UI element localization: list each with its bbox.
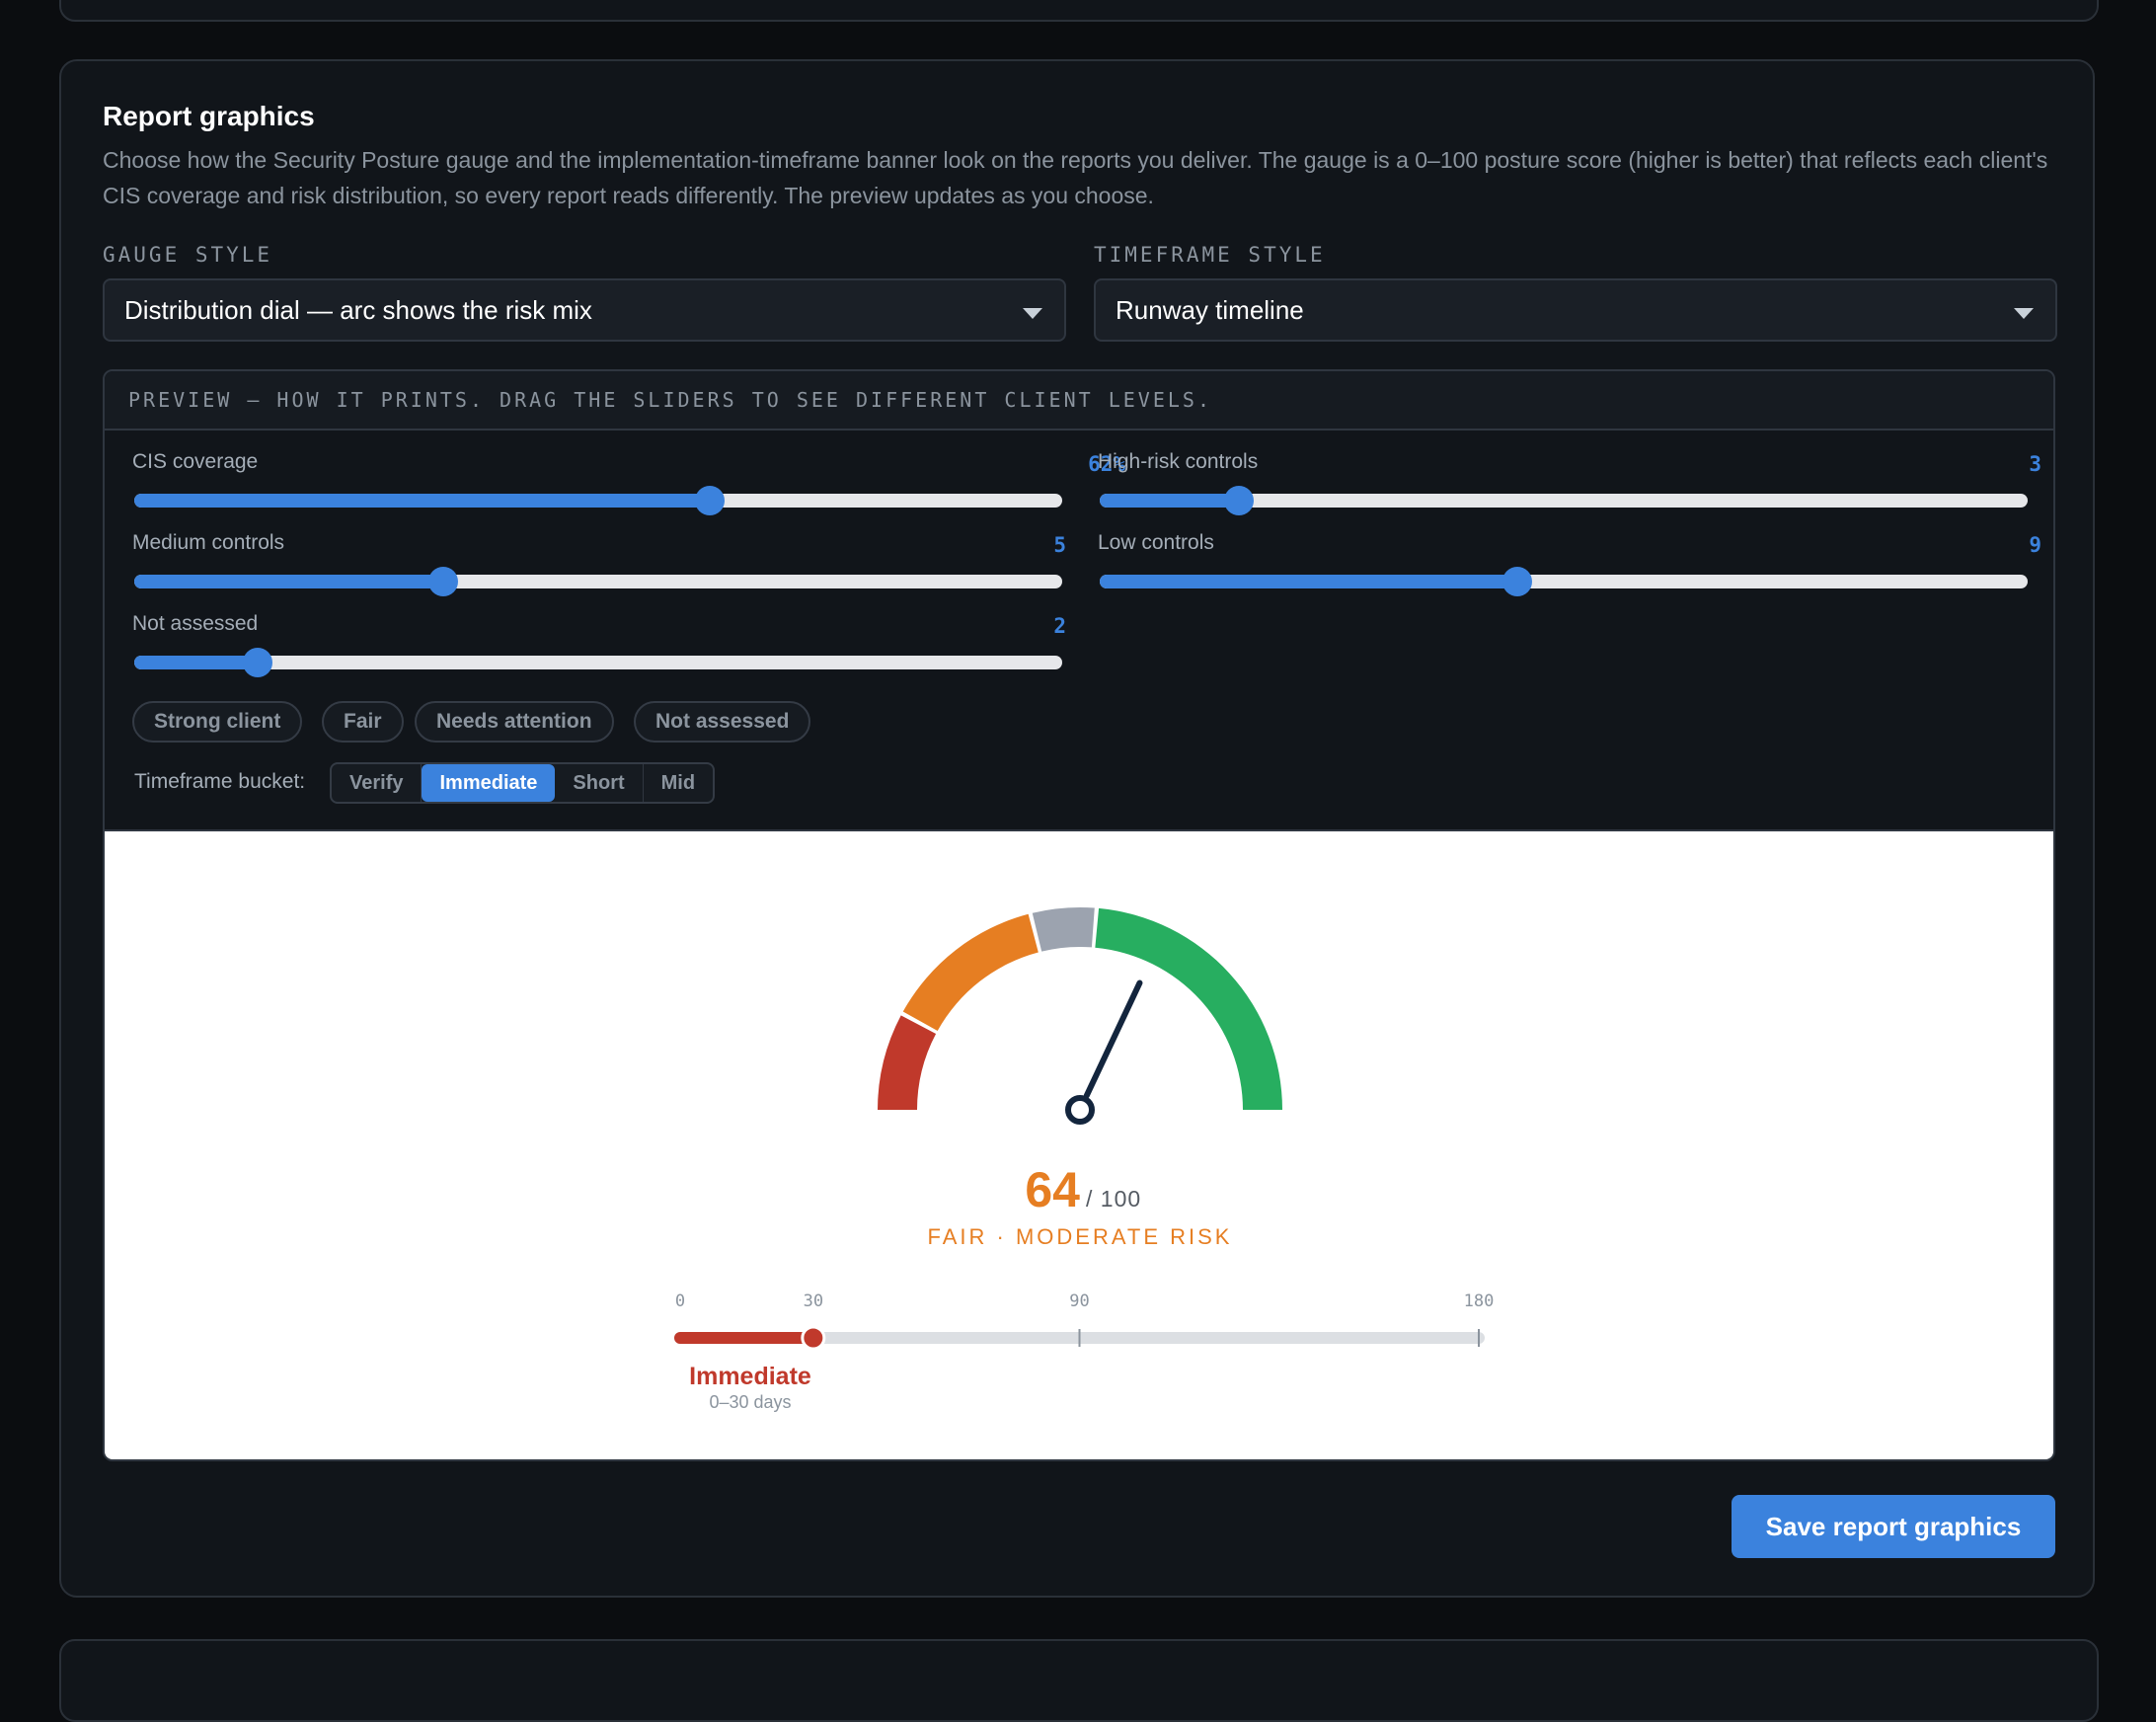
- preset-needs-attention[interactable]: Needs attention: [415, 701, 614, 743]
- slider-thumb[interactable]: [1224, 486, 1254, 515]
- gauge-segment-not-assessed: [1032, 907, 1095, 952]
- gauge-rating: FAIR · MODERATE RISK: [928, 1224, 1233, 1249]
- preset-not-assessed[interactable]: Not assessed: [634, 701, 811, 743]
- preview-heading: PREVIEW — HOW IT PRINTS. DRAG THE SLIDER…: [105, 371, 2053, 430]
- low-controls-slider[interactable]: [1100, 567, 2028, 596]
- cis-coverage-label: CIS coverage: [132, 450, 259, 473]
- section-description: Choose how the Security Posture gauge an…: [103, 147, 2048, 208]
- timeframe-style-label: TIMEFRAME STYLE: [1094, 243, 1326, 267]
- gauge-arc: [878, 907, 1282, 1110]
- timeline-tick-label: 30: [804, 1292, 823, 1311]
- gauge-segment-high: [878, 1015, 937, 1110]
- high-risk-slider[interactable]: [1100, 486, 2028, 515]
- report-graphics-card: Report graphics Choose how the Security …: [59, 59, 2095, 1598]
- medium-controls-label: Medium controls: [132, 531, 285, 554]
- preset-strong-client[interactable]: Strong client: [132, 701, 303, 743]
- print-preview-canvas: 64 / 100 FAIR · MODERATE RISK 0 30 90 180 I…: [674, 907, 1495, 1412]
- timeframe-style-select[interactable]: Runway timeline: [1094, 278, 2057, 342]
- preset-fair[interactable]: Fair: [322, 701, 404, 743]
- gauge-needle: [1083, 979, 1143, 1099]
- high-risk-value: 3: [2029, 452, 2041, 476]
- bucket-verify[interactable]: Verify: [332, 764, 423, 802]
- timeframe-bucket-toggle: Verify Immediate Short Mid: [330, 762, 716, 804]
- timeline: 0 30 90 180: [674, 1292, 1495, 1351]
- gauge-style-label: GAUGE STYLE: [103, 243, 273, 267]
- gauge-max: / 100: [1086, 1186, 1141, 1212]
- save-report-graphics-button[interactable]: Save report graphics: [1732, 1495, 2055, 1558]
- previous-card: [59, 0, 2099, 22]
- low-controls-label: Low controls: [1098, 531, 1214, 554]
- slider-thumb[interactable]: [694, 486, 725, 515]
- not-assessed-label: Not assessed: [132, 612, 259, 635]
- low-controls-value: 9: [2029, 533, 2041, 557]
- medium-controls-value: 5: [1053, 533, 1066, 557]
- chevron-down-icon: [1023, 308, 1042, 319]
- print-preview: 64 / 100 FAIR · MODERATE RISK 0 30 90 180 I…: [105, 829, 2053, 1459]
- slider-thumb[interactable]: [1502, 567, 1532, 596]
- timeline-bucket-label: Immediate: [689, 1363, 811, 1390]
- section-title: Report graphics: [103, 101, 315, 131]
- chevron-down-icon: [2014, 308, 2034, 319]
- cis-coverage-slider[interactable]: [134, 486, 1062, 515]
- gauge-hub: [1065, 1095, 1095, 1125]
- medium-controls-slider[interactable]: [134, 567, 1062, 596]
- timeline-tick-label: 90: [1069, 1292, 1089, 1311]
- timeline-bucket-range: 0–30 days: [709, 1392, 791, 1412]
- timeframe-style-value: Runway timeline: [1116, 295, 1304, 325]
- preview-panel: PREVIEW — HOW IT PRINTS. DRAG THE SLIDER…: [103, 369, 2055, 1461]
- timeline-tick-label: 0: [675, 1292, 685, 1311]
- gauge-score: 64: [1025, 1162, 1080, 1217]
- bucket-short[interactable]: Short: [555, 764, 644, 802]
- gauge-style-select[interactable]: Distribution dial — arc shows the risk m…: [103, 278, 1066, 342]
- bucket-mid[interactable]: Mid: [644, 764, 713, 802]
- not-assessed-slider[interactable]: [134, 648, 1062, 677]
- gauge-segment-low: [1095, 907, 1282, 1110]
- high-risk-label: High-risk controls: [1098, 450, 1259, 473]
- not-assessed-value: 2: [1053, 614, 1066, 638]
- bucket-immediate[interactable]: Immediate: [422, 764, 556, 802]
- next-card: [59, 1639, 2099, 1722]
- gauge-segment-medium: [902, 913, 1039, 1031]
- timeline-marker: [801, 1325, 826, 1351]
- timeframe-bucket-label: Timeframe bucket:: [134, 770, 306, 793]
- gauge-style-value: Distribution dial — arc shows the risk m…: [124, 295, 592, 325]
- slider-thumb[interactable]: [243, 648, 273, 677]
- slider-thumb[interactable]: [428, 567, 459, 596]
- timeline-tick-label: 180: [1464, 1292, 1495, 1311]
